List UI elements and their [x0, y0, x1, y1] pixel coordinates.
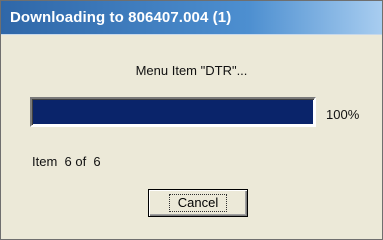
status-message: Menu Item "DTR"...	[135, 63, 248, 78]
progress-fill	[33, 100, 313, 124]
item-count: Item 6 of 6	[32, 154, 101, 169]
download-dialog: Downloading to 806407.004 (1) Menu Item …	[0, 0, 383, 240]
progress-percent: 100%	[326, 107, 360, 122]
cancel-button[interactable]: Cancel	[148, 189, 248, 217]
progress-bar	[30, 97, 316, 127]
title-bar[interactable]: Downloading to 806407.004 (1)	[1, 1, 382, 35]
cancel-button-label: Cancel	[168, 194, 228, 212]
dialog-title: Downloading to 806407.004 (1)	[10, 9, 232, 26]
dialog-body: Menu Item "DTR"... 100% Item 6 of 6 Canc…	[1, 35, 382, 239]
